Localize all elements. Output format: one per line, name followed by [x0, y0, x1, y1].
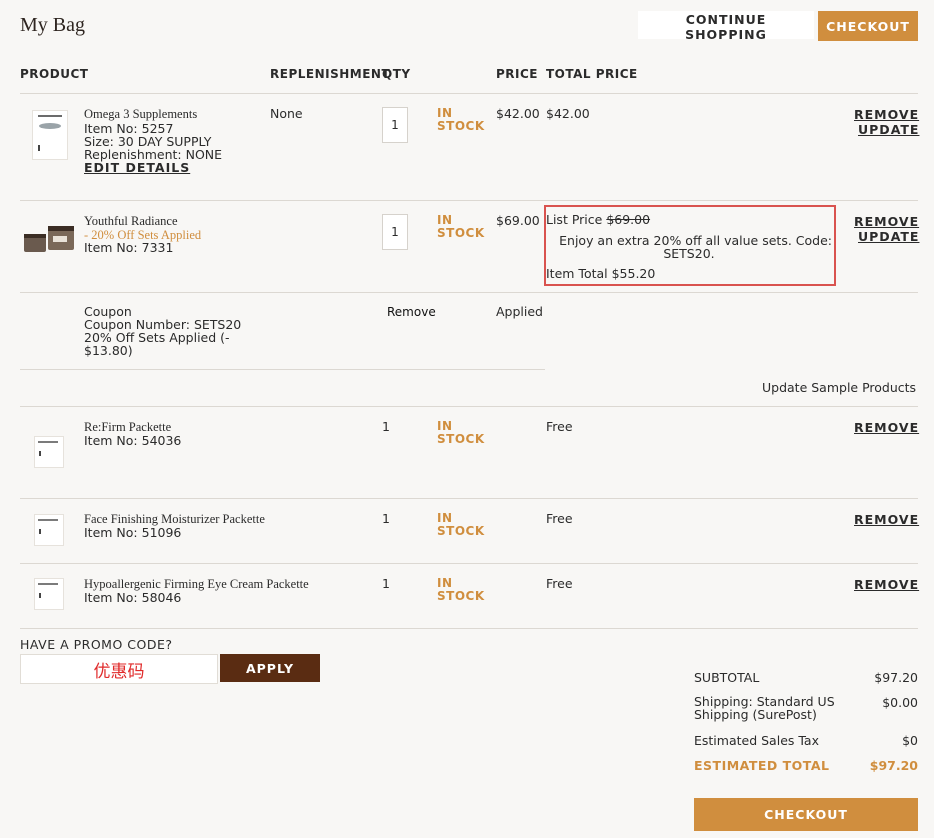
product-name[interactable]: Youthful Radiance — [84, 214, 178, 229]
apply-promo-button[interactable]: APPLY — [220, 654, 320, 682]
quantity-input[interactable] — [382, 214, 408, 250]
sample-image — [34, 578, 64, 610]
product-image-youthful-radiance — [24, 222, 76, 254]
divider — [20, 369, 545, 370]
page-title: My Bag — [20, 14, 85, 36]
divider — [20, 406, 918, 407]
sample-image — [34, 514, 64, 546]
divider — [20, 292, 918, 293]
update-button[interactable]: UPDATE — [858, 122, 919, 137]
sample-qty: 1 — [382, 511, 390, 526]
item-price: $69.00 — [496, 213, 540, 228]
coupon-status: Applied — [496, 304, 543, 319]
stock-status: IN STOCK — [437, 419, 485, 446]
sales-tax-value: $0 — [902, 733, 918, 748]
update-button[interactable]: UPDATE — [858, 229, 919, 244]
item-number: Item No: 51096 — [84, 525, 182, 540]
column-header-total-price: TOTAL PRICE — [546, 67, 638, 81]
estimated-total-value: $97.20 — [869, 758, 918, 773]
divider — [20, 200, 918, 201]
checkout-button-top[interactable]: CHECKOUT — [818, 11, 918, 41]
divider — [20, 563, 918, 564]
divider — [20, 498, 918, 499]
continue-shopping-button[interactable]: CONTINUE SHOPPING — [638, 11, 814, 42]
checkout-button-bottom[interactable]: CHECKOUT — [694, 798, 918, 831]
sample-image — [34, 436, 64, 468]
column-header-qty: QTY — [382, 67, 411, 81]
shipping-label: Shipping: Standard US Shipping (SurePost) — [694, 694, 835, 722]
update-sample-products-link[interactable]: Update Sample Products — [762, 381, 916, 394]
product-name[interactable]: Omega 3 Supplements — [84, 107, 197, 122]
stock-status: IN STOCK — [437, 576, 485, 603]
remove-button[interactable]: REMOVE — [854, 214, 919, 229]
item-number: Item No: 58046 — [84, 590, 182, 605]
column-header-replenishment: REPLENISHMENT — [270, 67, 391, 81]
item-price: $42.00 — [496, 106, 540, 121]
quantity-input[interactable] — [382, 107, 408, 143]
item-number: Item No: 7331 — [84, 240, 174, 255]
coupon-remove-button[interactable]: Remove — [387, 306, 436, 319]
sales-tax-label: Estimated Sales Tax — [694, 733, 819, 748]
remove-button[interactable]: REMOVE — [854, 577, 919, 592]
sample-qty: 1 — [382, 419, 390, 434]
column-header-product: PRODUCT — [20, 67, 89, 81]
shipping-value: $0.00 — [882, 695, 918, 710]
highlight-box — [544, 205, 836, 286]
sample-price: Free — [546, 511, 573, 526]
sample-price: Free — [546, 576, 573, 591]
promo-code-input[interactable] — [20, 654, 218, 684]
sample-qty: 1 — [382, 576, 390, 591]
coupon-amount: $13.80) — [84, 343, 133, 358]
subtotal-label: SUBTOTAL — [694, 670, 760, 685]
divider — [20, 93, 918, 94]
column-header-price: PRICE — [496, 67, 539, 81]
estimated-total-label: ESTIMATED TOTAL — [694, 758, 830, 773]
sample-price: Free — [546, 419, 573, 434]
edit-details-link[interactable]: EDIT DETAILS — [84, 160, 190, 175]
remove-button[interactable]: REMOVE — [854, 512, 919, 527]
remove-button[interactable]: REMOVE — [854, 420, 919, 435]
stock-status: IN STOCK — [437, 213, 485, 240]
subtotal-value: $97.20 — [874, 670, 918, 685]
replenishment-value: None — [270, 106, 303, 121]
stock-status: IN STOCK — [437, 106, 485, 133]
item-total-price: $42.00 — [546, 106, 590, 121]
product-image-omega3 — [32, 110, 68, 160]
divider — [20, 628, 918, 629]
item-number: Item No: 54036 — [84, 433, 182, 448]
promo-code-label: HAVE A PROMO CODE? — [20, 637, 173, 652]
remove-button[interactable]: REMOVE — [854, 107, 919, 122]
stock-status: IN STOCK — [437, 511, 485, 538]
